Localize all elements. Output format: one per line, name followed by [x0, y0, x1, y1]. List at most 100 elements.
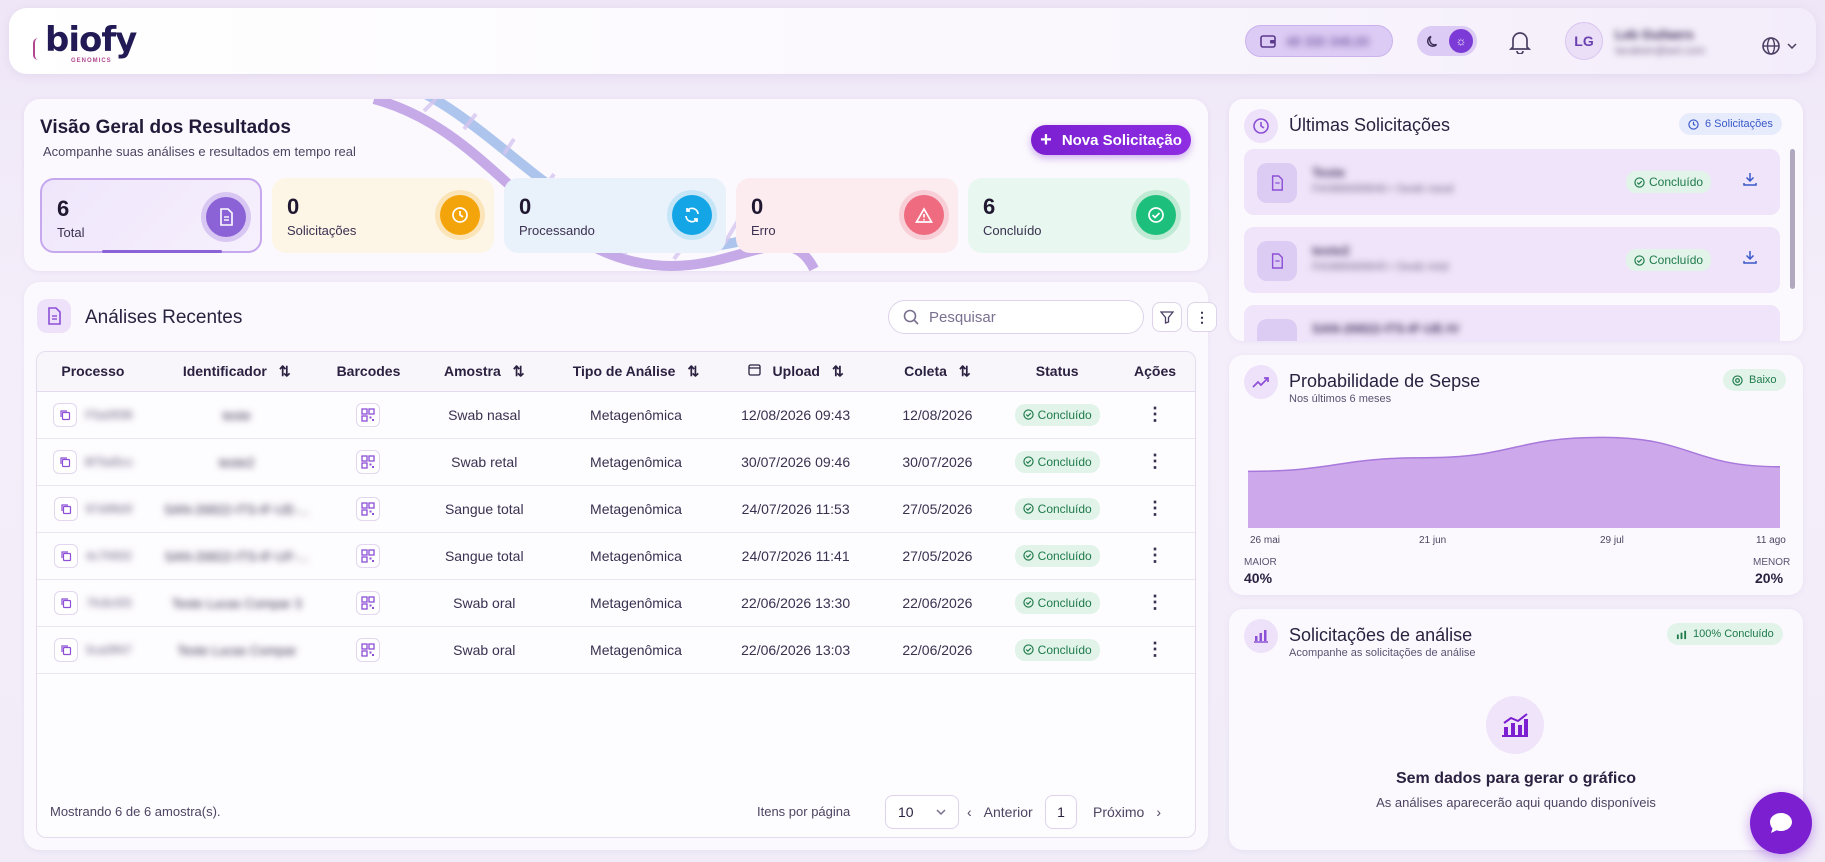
more-vertical-icon[interactable]: ⋮ — [1146, 498, 1164, 518]
more-vertical-icon[interactable]: ⋮ — [1146, 592, 1164, 612]
table-row[interactable]: F5a0f0f8 teste Swab nasal Metagenômica 12/08… — [37, 391, 1195, 439]
copy-icon[interactable] — [52, 449, 77, 474]
actions-cell: ⋮ — [1115, 626, 1195, 674]
chevron-right-icon: › — [1156, 804, 1162, 820]
sepsis-subtitle: Nos últimos 6 meses — [1289, 393, 1392, 405]
stat-card-error[interactable]: 0 Erro — [736, 178, 958, 253]
notifications-bell-icon[interactable] — [1508, 30, 1532, 59]
sample-cell: Sangue total — [412, 532, 557, 580]
wallet-balance-button[interactable]: 48 330 348,00 — [1245, 25, 1393, 57]
request-item[interactable]: SAN-26822-ITS-IF-UE-IV — [1244, 305, 1780, 341]
more-options-button[interactable]: ⋮ — [1187, 302, 1217, 332]
request-item[interactable]: Teste FA0886689846 • Swab nasal Concluíd… — [1244, 149, 1780, 215]
logo-text: biofy — [45, 20, 137, 60]
page-number-button[interactable]: 1 — [1045, 795, 1077, 829]
stat-card-processing[interactable]: 0 Processando — [504, 178, 726, 253]
process-id: 97d9fb5f — [85, 501, 133, 516]
check-circle-icon — [1022, 409, 1034, 420]
stat-value: 6 — [983, 194, 996, 219]
column-header[interactable]: Tipo de Análise ⇅ — [556, 352, 716, 392]
language-selector[interactable] — [1761, 36, 1797, 56]
copy-icon[interactable] — [54, 637, 78, 662]
download-icon[interactable] — [1742, 249, 1758, 270]
analysis-requests-title: Solicitações de análise — [1289, 625, 1473, 645]
avatar[interactable]: LG — [1565, 22, 1603, 60]
actions-cell: ⋮ — [1115, 391, 1195, 439]
logo-subtext: GENOMICS — [71, 58, 112, 64]
qr-code-icon[interactable] — [356, 402, 381, 427]
stat-value: 6 — [57, 196, 70, 221]
more-vertical-icon[interactable]: ⋮ — [1146, 639, 1164, 659]
qr-code-icon[interactable] — [356, 637, 381, 662]
previous-page-button[interactable]: ‹ Anterior — [967, 804, 1033, 820]
stat-label: Concluído — [983, 223, 1042, 238]
status-cell: Concluído — [999, 579, 1116, 627]
new-request-label: Nova Solicitação — [1061, 131, 1182, 149]
qr-code-icon[interactable] — [356, 449, 381, 474]
column-header[interactable]: Coleta ⇅ — [875, 352, 1000, 392]
latest-requests-panel: Últimas Solicitações 6 Solicitações Test… — [1229, 99, 1803, 341]
x-tick-label: 21 jun — [1419, 535, 1447, 546]
document-icon — [206, 197, 246, 237]
qr-code-icon[interactable] — [356, 496, 381, 521]
new-request-button[interactable]: + Nova Solicitação — [1031, 125, 1191, 155]
check-circle-icon — [1022, 503, 1034, 514]
process-id: 4c7f45f2 — [85, 548, 132, 563]
download-icon[interactable] — [1742, 171, 1758, 192]
more-vertical-icon[interactable]: ⋮ — [1146, 451, 1164, 471]
bar-chart-icon — [1244, 619, 1278, 653]
items-per-page-label: Itens por página — [757, 804, 851, 819]
table-row[interactable]: 7fc8c5f3 Teste Lucas Compar 3 Swab oral Met… — [37, 579, 1195, 627]
previous-label: Anterior — [983, 804, 1033, 820]
copy-icon[interactable] — [53, 496, 78, 521]
process-id: F5a0f0f8 — [85, 407, 133, 422]
next-page-button[interactable]: Próximo › — [1093, 804, 1161, 820]
status-badge: Concluído — [1014, 497, 1100, 520]
biofy-logo[interactable]: biofy GENOMICS — [33, 20, 137, 64]
table-row[interactable]: 97d9fb5f SAN-26822-ITS-IF-UE-... Sangue to… — [37, 485, 1195, 533]
logo-mark — [33, 38, 43, 60]
collection-cell: 27/05/2026 — [875, 485, 1000, 533]
copy-icon[interactable] — [54, 590, 79, 615]
table-row[interactable]: 5ca0ff47 Teste Lucas Compar Swab oral Metag… — [37, 626, 1195, 674]
search-input[interactable] — [929, 308, 1119, 326]
table-row[interactable]: 8f7bd5cc teste2 Swab retal Metagenômica 30/0… — [37, 438, 1195, 486]
column-header: Processo — [37, 352, 149, 392]
request-name: teste2 — [1312, 243, 1350, 258]
upload-cell: 30/07/2026 09:46 — [715, 438, 876, 486]
analysis-type-cell: Metagenômica — [556, 391, 716, 439]
copy-icon[interactable] — [53, 543, 78, 568]
filter-button[interactable] — [1152, 302, 1182, 332]
more-vertical-icon[interactable]: ⋮ — [1146, 404, 1164, 424]
column-header[interactable]: Identificador ⇅ — [148, 352, 325, 392]
status-badge: Concluído — [1626, 171, 1712, 193]
status-badge: Concluído — [1014, 450, 1100, 473]
request-item[interactable]: teste2 FA0886689845 • Swab retal Concluí… — [1244, 227, 1780, 293]
column-header[interactable]: Amostra ⇅ — [412, 352, 557, 392]
search-box[interactable] — [888, 300, 1144, 334]
qr-code-icon[interactable] — [356, 590, 381, 615]
stat-card-requests[interactable]: 0 Solicitações — [272, 178, 494, 253]
items-per-page-select[interactable]: 10 — [885, 795, 959, 829]
chat-button[interactable] — [1750, 792, 1812, 854]
request-meta: FA0886689845 • Swab retal — [1312, 261, 1449, 273]
theme-toggle[interactable]: ☼ — [1417, 26, 1477, 56]
more-vertical-icon[interactable]: ⋮ — [1146, 545, 1164, 565]
identifier-cell: SAN-26822-ITS-IF-UF-... — [148, 532, 325, 580]
stat-card-total[interactable]: 6 Total — [40, 178, 262, 253]
scrollbar[interactable] — [1790, 149, 1795, 289]
analysis-type-cell: Metagenômica — [556, 579, 716, 627]
x-tick-label: 29 jul — [1600, 535, 1624, 546]
column-header[interactable]: Upload ⇅ — [715, 352, 876, 392]
copy-icon[interactable] — [53, 402, 78, 427]
barcode-cell — [324, 438, 413, 486]
user-info[interactable]: Leb Guilaers lacabsin@aol.com — [1615, 27, 1705, 59]
stat-card-completed[interactable]: 6 Concluído — [968, 178, 1190, 253]
identifier: teste2 — [218, 454, 255, 470]
next-label: Próximo — [1093, 804, 1145, 820]
qr-code-icon[interactable] — [356, 543, 381, 568]
table-row[interactable]: 4c7f45f2 SAN-26822-ITS-IF-UF-... Sangue to… — [37, 532, 1195, 580]
sample-cell: Swab oral — [412, 579, 557, 627]
check-circle-icon — [1634, 254, 1645, 266]
target-icon — [1732, 374, 1743, 386]
